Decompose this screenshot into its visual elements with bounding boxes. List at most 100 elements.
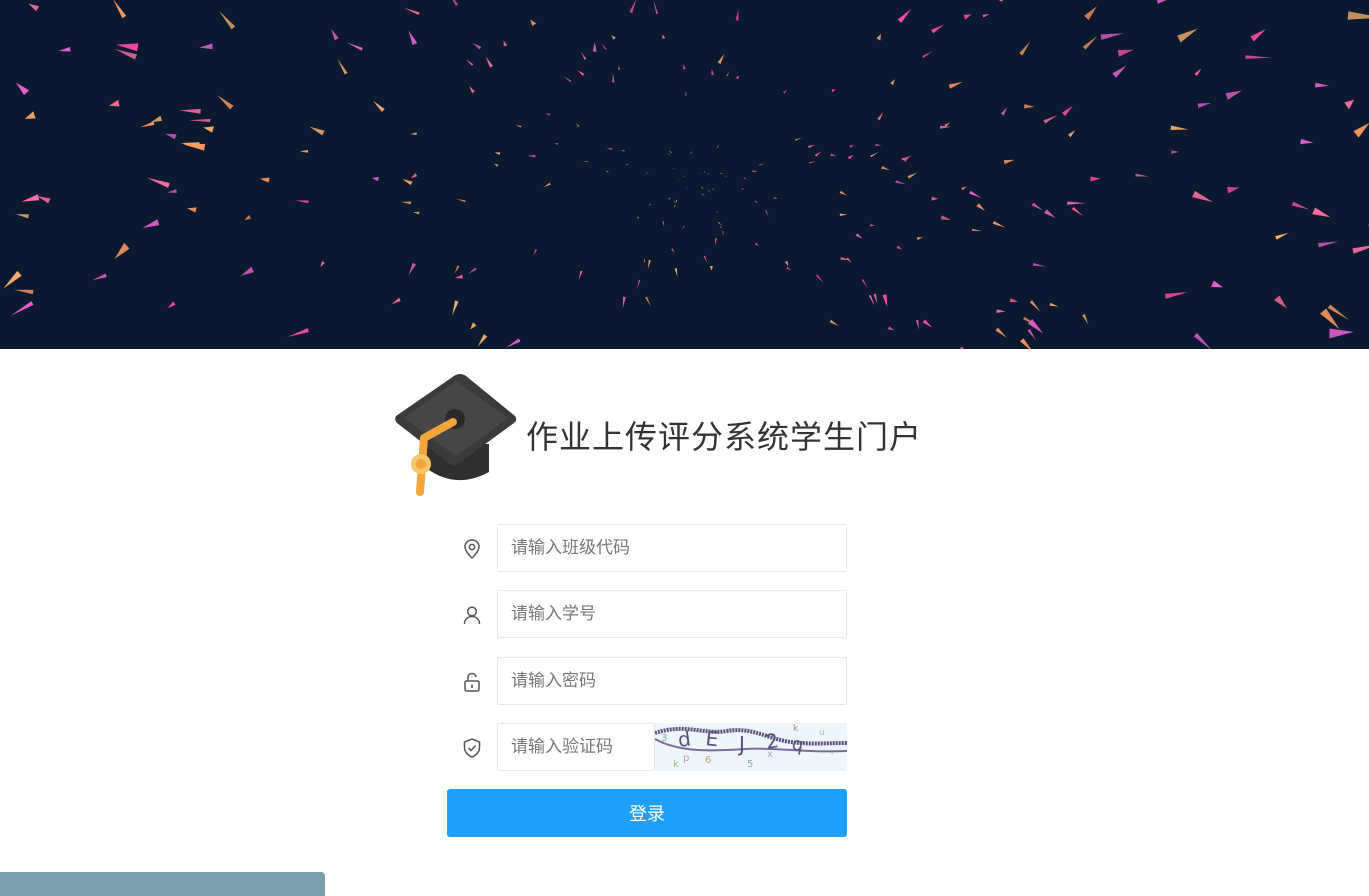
confetti-piece <box>1082 314 1089 325</box>
confetti-piece <box>690 150 693 155</box>
confetti-piece <box>896 245 902 250</box>
confetti-piece <box>113 0 127 19</box>
confetti-piece <box>784 260 789 267</box>
confetti-piece <box>467 267 477 275</box>
confetti-piece <box>1225 90 1243 100</box>
confetti-piece <box>1197 102 1212 109</box>
class-code-input[interactable] <box>497 524 847 572</box>
confetti-piece <box>454 265 460 274</box>
confetti-piece <box>847 154 854 160</box>
confetti-piece <box>167 188 177 193</box>
confetti-piece <box>999 0 1003 2</box>
confetti-piece <box>982 14 990 18</box>
confetti-piece <box>150 115 163 123</box>
confetti-piece <box>410 173 418 179</box>
confetti-piece <box>855 233 863 239</box>
captcha-input[interactable] <box>497 723 655 771</box>
confetti-piece <box>1194 68 1202 77</box>
confetti-piece <box>917 237 923 241</box>
confetti-piece <box>686 186 687 190</box>
confetti-piece <box>963 14 972 20</box>
confetti-piece <box>15 214 30 219</box>
confetti-piece <box>647 259 651 269</box>
student-id-input[interactable] <box>497 590 847 638</box>
confetti-piece <box>527 154 536 158</box>
confetti-piece <box>37 196 51 204</box>
confetti-piece <box>1318 241 1339 248</box>
confetti-piece <box>711 68 715 75</box>
captcha-graphic: 3 k p 6 m 5 x k u r d E J 2 q <box>655 724 847 770</box>
confetti-piece <box>1112 65 1127 78</box>
confetti-piece <box>765 210 769 217</box>
confetti-piece <box>577 70 585 76</box>
confetti-piece <box>961 186 967 191</box>
confetti-piece <box>948 81 963 89</box>
confetti-piece <box>849 145 854 148</box>
confetti-piece <box>1043 115 1058 124</box>
confetti-piece <box>485 56 494 68</box>
confetti-piece <box>1067 201 1087 205</box>
confetti-piece <box>493 163 499 167</box>
confetti-piece <box>611 35 616 40</box>
confetti-piece <box>337 58 348 75</box>
confetti-piece <box>1117 49 1134 57</box>
confetti-piece <box>503 40 508 47</box>
confetti-piece <box>1170 125 1189 130</box>
confetti-piece <box>1084 6 1097 21</box>
confetti-piece <box>922 319 933 328</box>
svg-text:J: J <box>737 732 745 756</box>
login-button[interactable]: 登录 <box>447 789 847 837</box>
confetti-piece <box>505 338 521 348</box>
confetti-piece <box>612 73 615 83</box>
confetti-piece <box>456 198 466 203</box>
confetti-piece <box>814 151 822 157</box>
confetti-piece <box>1177 28 1198 43</box>
confetti-piece <box>240 266 254 276</box>
confetti-piece <box>873 293 878 305</box>
confetti-piece <box>470 322 477 330</box>
shield-check-icon <box>463 738 481 758</box>
confetti-piece <box>1165 292 1188 299</box>
confetti-piece <box>643 259 646 264</box>
confetti-piece <box>703 255 708 264</box>
confetti-piece <box>754 242 759 246</box>
confetti-piece <box>1009 298 1019 303</box>
confetti-piece <box>295 200 309 204</box>
captcha-image[interactable]: 3 k p 6 m 5 x k u r d E J 2 q <box>655 723 847 771</box>
confetti-piece <box>1044 209 1056 219</box>
confetti-piece <box>829 319 839 327</box>
confetti-piece <box>299 149 309 153</box>
brand-header: 作业上传评分系统学生门户 <box>394 372 921 502</box>
confetti-piece <box>1071 207 1084 216</box>
confetti-piece <box>922 50 933 58</box>
confetti-piece <box>530 19 537 27</box>
confetti-piece <box>717 221 723 226</box>
confetti-piece <box>661 34 666 39</box>
header-banner <box>0 0 1369 349</box>
confetti-piece <box>752 170 759 173</box>
confetti-piece <box>1090 176 1101 182</box>
confetti-piece <box>1082 35 1098 50</box>
confetti-piece <box>1245 55 1273 59</box>
confetti-piece <box>931 24 944 34</box>
confetti-piece <box>217 95 234 110</box>
confetti-piece <box>28 3 40 12</box>
confetti-piece <box>182 143 206 151</box>
confetti-piece <box>668 150 672 154</box>
confetti-piece <box>14 289 34 295</box>
confetti-piece <box>673 201 676 204</box>
confetti-piece <box>1210 280 1223 288</box>
confetti-piece <box>309 126 325 136</box>
confetti-piece <box>287 328 309 338</box>
svg-text:E: E <box>704 726 719 751</box>
confetti-piece <box>1193 332 1211 349</box>
confetti-piece <box>674 268 678 277</box>
page-title: 作业上传评分系统学生门户 <box>526 418 923 456</box>
password-input[interactable] <box>497 657 847 705</box>
bottom-left-panel-tab[interactable] <box>0 872 325 896</box>
confetti-piece <box>1019 338 1031 349</box>
confetti-piece <box>167 301 176 309</box>
svg-text:2: 2 <box>764 728 781 754</box>
confetti-piece <box>3 270 22 289</box>
confetti-piece <box>839 213 848 216</box>
